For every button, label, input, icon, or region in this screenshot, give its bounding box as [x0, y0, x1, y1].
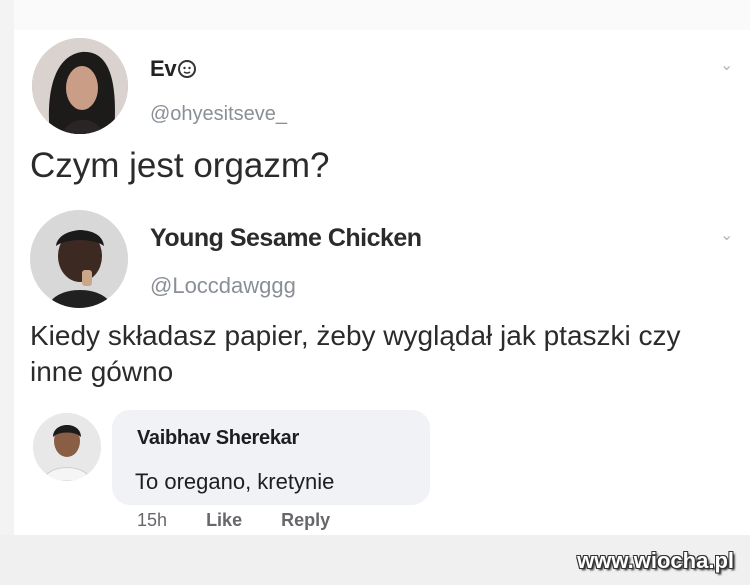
- comment-author[interactable]: Vaibhav Sherekar: [137, 427, 299, 450]
- tweet-text: Kiedy składasz papier, żeby wyglądał jak…: [30, 320, 681, 387]
- top-border: [14, 0, 750, 30]
- handle[interactable]: @ohyesitseve_: [150, 103, 287, 126]
- meme-screenshot: Ev @ohyesitseve_ ⌄ Czym jest orgazm? You…: [0, 0, 750, 585]
- chevron-down-icon[interactable]: ⌄: [720, 58, 733, 74]
- handle[interactable]: @Loccdawggg: [150, 273, 296, 299]
- like-button[interactable]: Like: [206, 510, 242, 530]
- chevron-down-icon[interactable]: ⌄: [720, 228, 733, 244]
- man-avatar-icon: [30, 210, 128, 308]
- person-avatar-icon: [33, 413, 101, 481]
- display-name[interactable]: Young Sesame Chicken: [150, 224, 422, 253]
- reply-button[interactable]: Reply: [281, 510, 330, 530]
- tweet-text: Czym jest orgazm?: [30, 146, 330, 185]
- comment-time[interactable]: 15h: [137, 510, 167, 530]
- display-name[interactable]: Ev: [150, 56, 197, 82]
- comment-text: To oregano, kretynie: [135, 469, 335, 494]
- left-border: [0, 0, 14, 535]
- watermark: www.wiocha.pl: [577, 548, 734, 573]
- lion-face-icon: [178, 58, 197, 78]
- avatar[interactable]: [32, 38, 128, 134]
- woman-avatar-icon: [32, 38, 128, 134]
- avatar[interactable]: [33, 413, 101, 481]
- comment-actions: 15h Like Reply: [137, 510, 364, 531]
- avatar[interactable]: [30, 210, 128, 308]
